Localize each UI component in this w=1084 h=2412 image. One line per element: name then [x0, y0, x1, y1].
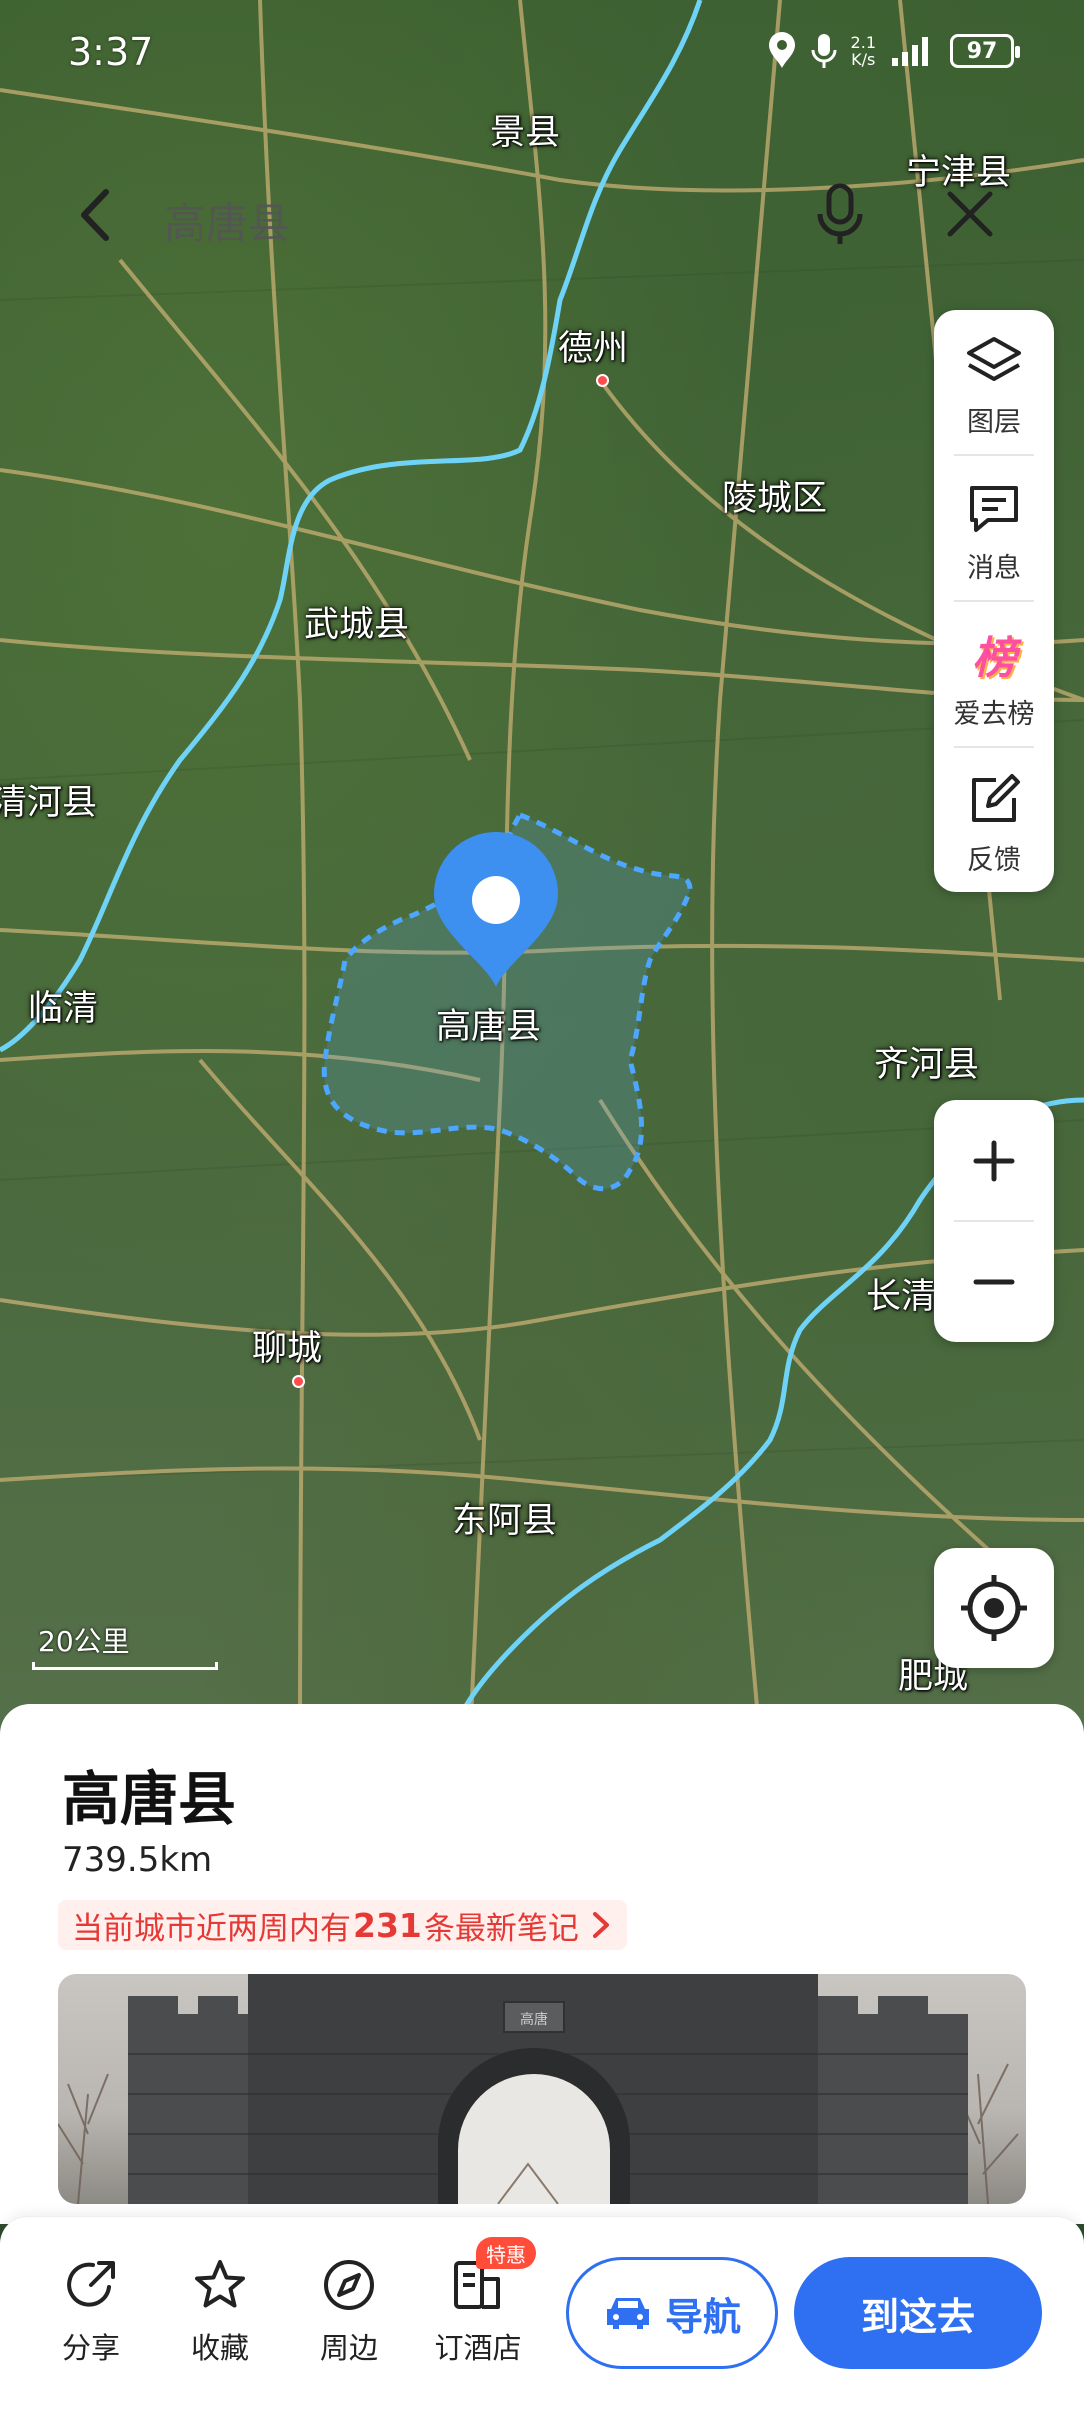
ranking-button[interactable]: 榜 爱去榜: [934, 602, 1054, 742]
map-label-qihe[interactable]: 齐河县: [874, 1036, 979, 1087]
car-icon: [606, 2298, 649, 2329]
battery-indicator: 97: [950, 34, 1020, 68]
locate-me-button[interactable]: [934, 1548, 1054, 1668]
zoom-out-button[interactable]: [934, 1221, 1054, 1342]
map-label-dezhou[interactable]: 德州: [558, 320, 628, 371]
close-button[interactable]: [940, 184, 1000, 244]
search-title[interactable]: 高唐县: [164, 190, 290, 251]
notes-count: 231: [353, 1905, 422, 1945]
chevron-right-icon: [592, 1912, 609, 1938]
location-pin-icon[interactable]: [426, 832, 566, 992]
city-dot-dezhou: [596, 374, 609, 387]
navigate-label: 导航: [664, 2294, 741, 2339]
ranking-label: 爱去榜: [953, 699, 1035, 730]
city-gate-photo: 高唐: [58, 1974, 1019, 2204]
favorite-button[interactable]: 收藏: [165, 2257, 275, 2377]
place-title: 高唐县: [62, 1765, 237, 1833]
status-bar: 3:37 2.1 K/s 97: [0, 0, 1084, 110]
status-time: 3:37: [68, 30, 154, 74]
share-label: 分享: [61, 2331, 120, 2365]
network-speed-value: 2.1: [850, 33, 876, 52]
feedback-button[interactable]: 反馈: [934, 748, 1054, 888]
nearby-label: 周边: [319, 2331, 378, 2365]
network-speed: 2.1 K/s: [851, 34, 876, 68]
map-label-wucheng[interactable]: 武城县: [304, 596, 409, 647]
scale-label: 20公里: [38, 1625, 130, 1658]
hotel-label: 订酒店: [434, 2331, 522, 2365]
crosshair-icon: [961, 1575, 1027, 1641]
place-distance: 739.5km: [62, 1840, 213, 1880]
network-speed-unit: K/s: [851, 50, 876, 69]
map-app: 景县 宁津县 德州 陵城区 武城县 清河县 临清 高唐县 齐河县 长清 聊城 东…: [0, 0, 1084, 2412]
nearby-button[interactable]: 周边: [294, 2257, 404, 2377]
map-label-liaocheng[interactable]: 聊城: [252, 1320, 322, 1371]
back-button[interactable]: [70, 180, 120, 250]
place-detail-sheet[interactable]: 高唐县 739.5km 当前城市近两周内有 231 条最新笔记 高唐: [0, 1704, 1084, 2224]
navigate-button[interactable]: 导航: [566, 2257, 778, 2369]
ranking-icon: 榜: [964, 624, 1024, 684]
gate-plaque: 高唐: [520, 2011, 548, 2028]
messages-button[interactable]: 消息: [934, 456, 1054, 596]
map-label-qinghe[interactable]: 清河县: [0, 774, 97, 825]
map-label-changqing[interactable]: 长清: [866, 1268, 936, 1319]
zoom-controls: [934, 1100, 1054, 1342]
search-bar: 高唐县: [0, 170, 1084, 270]
layers-label: 图层: [967, 407, 1021, 438]
microphone-icon: [817, 183, 863, 244]
map-label-linqing[interactable]: 临清: [28, 980, 98, 1031]
voice-search-button[interactable]: [810, 180, 870, 250]
map-label-jingxian[interactable]: 景县: [490, 104, 560, 155]
share-icon: [63, 2257, 119, 2313]
map-label-donge[interactable]: 东阿县: [452, 1492, 557, 1543]
map-scale: 20公里: [32, 1620, 218, 1670]
notes-banner[interactable]: 当前城市近两周内有 231 条最新笔记: [58, 1900, 627, 1950]
zoom-in-button[interactable]: [934, 1100, 1054, 1221]
map-label-lingcheng[interactable]: 陵城区: [722, 470, 827, 521]
mic-status-icon: [811, 34, 837, 68]
share-button[interactable]: 分享: [36, 2257, 146, 2377]
place-photo[interactable]: 高唐: [58, 1974, 1026, 2204]
compass-icon: [321, 2257, 377, 2313]
layers-icon: [964, 332, 1024, 392]
message-icon: [964, 478, 1024, 538]
scale-line: [32, 1662, 218, 1670]
map-label-gaotang[interactable]: 高唐县: [436, 998, 541, 1049]
close-icon: [947, 191, 993, 237]
city-dot-liaocheng: [292, 1375, 305, 1388]
layers-button[interactable]: 图层: [934, 310, 1054, 450]
feedback-label: 反馈: [967, 845, 1021, 876]
star-icon: [192, 2257, 248, 2313]
location-status-icon: [768, 32, 795, 68]
ranking-icon-glyph: 榜: [972, 633, 1016, 684]
status-icons: 2.1 K/s 97: [767, 32, 1020, 70]
minus-icon: [973, 1279, 1015, 1284]
plus-icon: [973, 1140, 1015, 1181]
signal-icon: [892, 37, 928, 66]
go-here-button[interactable]: 到这去: [794, 2257, 1042, 2369]
hotel-special-badge: 特惠: [476, 2237, 536, 2269]
map-tool-panel: 图层 消息 榜 爱去榜 反馈: [934, 310, 1054, 892]
chevron-left-icon: [81, 189, 109, 241]
feedback-icon: [964, 770, 1024, 830]
messages-label: 消息: [967, 553, 1021, 584]
book-hotel-button[interactable]: 订酒店: [423, 2257, 533, 2377]
bottom-action-bar: 分享 收藏 周边 订酒店 特惠 导航 到这去: [0, 2216, 1084, 2412]
notes-suffix: 条最新笔记: [423, 1910, 579, 1947]
favorite-label: 收藏: [190, 2331, 249, 2365]
notes-prefix: 当前城市近两周内有: [72, 1910, 351, 1947]
go-here-label: 到这去: [860, 2294, 975, 2339]
